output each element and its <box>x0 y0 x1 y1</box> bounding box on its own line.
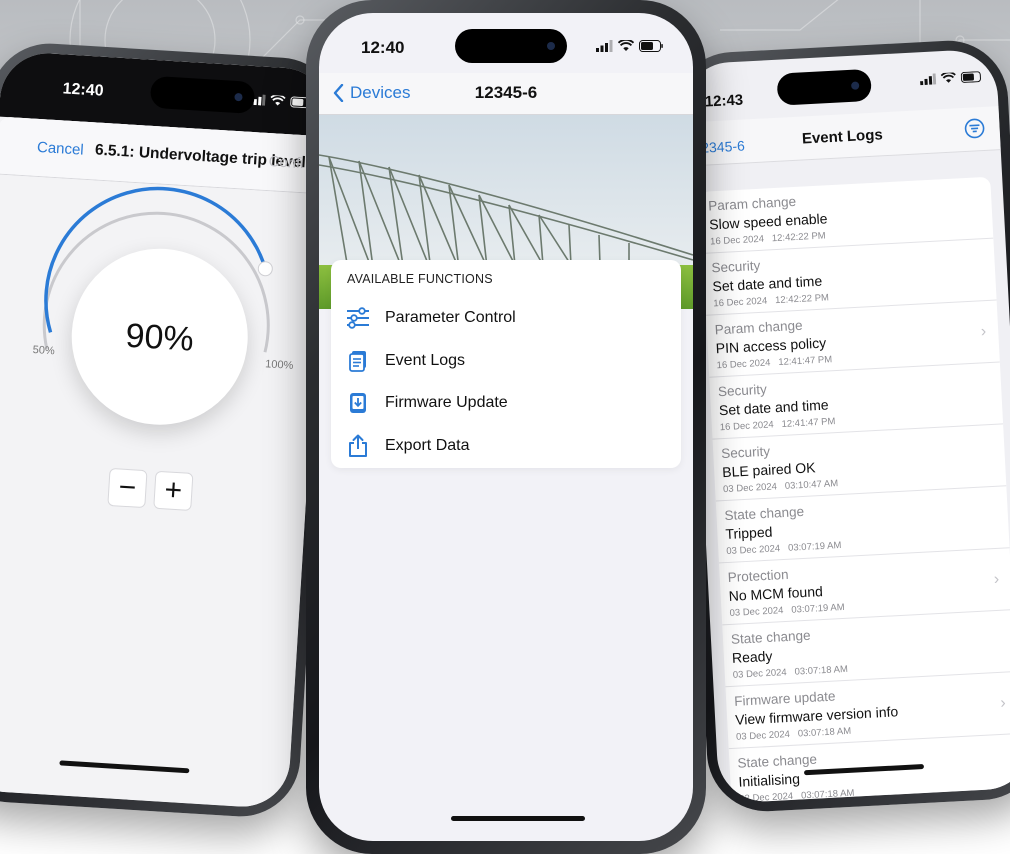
event-name: Initialising <box>738 770 801 790</box>
event-category: State change <box>737 751 818 771</box>
event-name: BLE paired OK <box>721 459 816 481</box>
function-label: Firmware Update <box>385 394 508 411</box>
event-category: Firmware update <box>733 688 836 709</box>
center-phone-screen: 12:40 Devices 12345-6 AVAILABLE FUNCTION… <box>319 13 693 841</box>
share-icon <box>345 433 371 459</box>
battery-icon <box>639 40 663 52</box>
battery-icon <box>960 71 981 83</box>
event-category: Protection <box>727 566 789 585</box>
status-icons <box>920 71 983 86</box>
event-name: PIN access policy <box>715 334 827 357</box>
document-list-icon <box>345 348 371 374</box>
event-name: Set date and time <box>712 272 823 295</box>
event-timestamp: 03 Dec 2024 03:10:47 AM <box>722 478 839 496</box>
status-time: 12:40 <box>361 38 405 57</box>
status-icons <box>249 94 313 109</box>
dynamic-island <box>455 29 567 63</box>
status-time: 12:43 <box>704 91 744 111</box>
sliders-icon <box>345 305 371 331</box>
event-list: Param change Slow speed enable 16 Dec 2024… <box>699 176 1010 804</box>
event-category: Security <box>720 443 771 462</box>
functions-card: AVAILABLE FUNCTIONS Parameter Control Ev… <box>331 260 681 468</box>
left-phone: 12:40 Cancel 6.5.1: Undervoltage trip le… <box>0 40 343 820</box>
signal-icon <box>920 73 937 86</box>
event-timestamp: 16 Dec 2024 12:41:47 PM <box>719 416 836 434</box>
filter-icon[interactable] <box>963 117 986 140</box>
chevron-right-icon: › <box>980 323 987 341</box>
event-category: Security <box>717 381 768 400</box>
event-category: State change <box>730 627 811 647</box>
event-timestamp: 03 Dec 2024 03:07:19 AM <box>729 601 845 619</box>
chevron-right-icon: › <box>999 694 1007 712</box>
event-category: Param change <box>714 317 803 338</box>
status-time: 12:40 <box>62 80 105 100</box>
function-item-event-logs[interactable]: Event Logs <box>345 346 465 376</box>
functions-heading: AVAILABLE FUNCTIONS <box>347 272 493 286</box>
function-label: Export Data <box>385 437 470 454</box>
dial-handle[interactable] <box>257 261 273 277</box>
dynamic-island <box>776 68 872 106</box>
dial-max-label: 100% <box>264 358 294 372</box>
right-phone: 12:43 2345-6 Event Logs Param change Slow… <box>670 37 1010 815</box>
page-title: Event Logs <box>801 126 884 148</box>
event-timestamp: 03 Dec 2024 03:07:18 AM <box>739 787 855 804</box>
event-name: Ready <box>731 647 773 666</box>
event-category: Security <box>711 257 761 276</box>
event-name: Slow speed enable <box>708 210 828 233</box>
event-category: Param change <box>707 193 797 214</box>
function-label: Parameter Control <box>385 309 516 326</box>
home-indicator <box>451 816 585 821</box>
wifi-icon <box>940 72 956 83</box>
event-timestamp: 16 Dec 2024 12:41:47 PM <box>716 354 833 372</box>
event-timestamp: 16 Dec 2024 12:42:22 PM <box>709 230 826 248</box>
function-label: Event Logs <box>385 352 466 369</box>
event-timestamp: 03 Dec 2024 03:07:19 AM <box>726 540 842 558</box>
signal-icon <box>596 40 613 52</box>
dial-min-label: 50% <box>32 344 56 358</box>
nav-bar: Devices 12345-6 <box>319 73 693 115</box>
camera-icon <box>547 42 555 50</box>
chevron-right-icon: › <box>993 570 1000 589</box>
status-icons <box>596 40 663 52</box>
right-phone-screen: 12:43 2345-6 Event Logs Param change Slow… <box>680 48 1010 804</box>
download-icon <box>345 390 371 416</box>
wifi-icon <box>270 95 286 106</box>
left-phone-screen: 12:40 Cancel 6.5.1: Undervoltage trip le… <box>0 50 333 810</box>
increment-button[interactable]: + <box>153 470 194 511</box>
function-item-parameter-control[interactable]: Parameter Control <box>345 303 516 333</box>
camera-icon <box>850 81 860 90</box>
decrement-button[interactable]: − <box>107 467 148 509</box>
function-item-firmware-update[interactable]: Firmware Update <box>345 388 508 418</box>
event-timestamp: 03 Dec 2024 03:07:18 AM <box>735 725 852 743</box>
event-name: Set date and time <box>718 396 830 419</box>
event-timestamp: 03 Dec 2024 03:07:18 AM <box>732 663 849 681</box>
wifi-icon <box>618 40 634 51</box>
event-category: State change <box>724 503 805 524</box>
event-name: No MCM found <box>728 583 824 604</box>
dynamic-island <box>149 75 256 115</box>
function-item-export-data[interactable]: Export Data <box>345 431 469 461</box>
center-phone: 12:40 Devices 12345-6 AVAILABLE FUNCTION… <box>306 0 706 854</box>
camera-icon <box>234 92 243 102</box>
page-title: 12345-6 <box>474 83 538 102</box>
event-name: Tripped <box>725 523 773 543</box>
event-timestamp: 16 Dec 2024 12:42:22 PM <box>713 292 830 310</box>
